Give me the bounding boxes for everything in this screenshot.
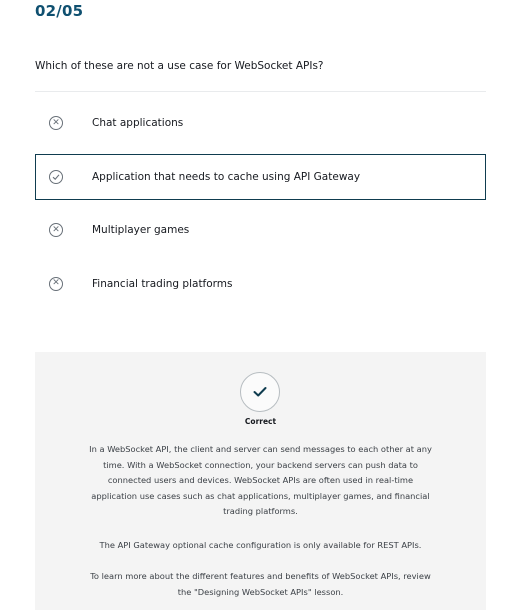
- feedback-paragraph: The API Gateway optional cache configura…: [99, 540, 422, 550]
- answer-option-financial-trading[interactable]: ✕ Financial trading platforms: [35, 261, 486, 307]
- x-circle-icon: ✕: [49, 223, 63, 237]
- x-circle-icon: ✕: [49, 116, 63, 130]
- answer-option-label: Chat applications: [92, 117, 184, 129]
- answer-option-cache-api-gateway[interactable]: Application that needs to cache using AP…: [35, 153, 486, 200]
- answer-option-label: Multiplayer games: [92, 224, 190, 236]
- checkmark-icon: [240, 372, 280, 412]
- result-status: Correct: [244, 417, 277, 426]
- answer-options: ✕ Chat applications Application that nee…: [35, 100, 486, 314]
- answer-option-label: Financial trading platforms: [92, 277, 233, 290]
- divider: [35, 91, 486, 92]
- question-text: Which of these are not a use case for We…: [35, 60, 324, 72]
- quiz-progress: 02/05: [35, 2, 84, 20]
- answer-option-label: Application that needs to cache using AP…: [92, 170, 361, 183]
- feedback-paragraph: To learn more about the different featur…: [90, 571, 431, 597]
- answer-option-multiplayer-games[interactable]: ✕ Multiplayer games: [35, 207, 486, 253]
- feedback-panel: Correct In a WebSocket API, the client a…: [35, 352, 486, 610]
- feedback-paragraph: In a WebSocket API, the client and serve…: [89, 444, 432, 516]
- answer-option-chat-applications[interactable]: ✕ Chat applications: [35, 100, 486, 146]
- x-circle-icon: ✕: [49, 276, 63, 291]
- check-circle-icon: [49, 169, 63, 184]
